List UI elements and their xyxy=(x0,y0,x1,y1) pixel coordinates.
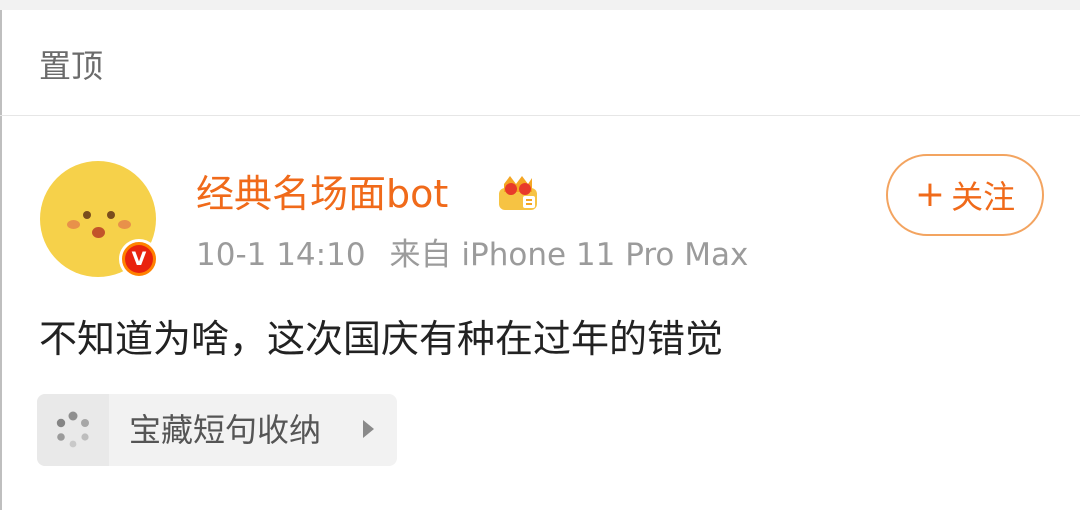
topic-chip-label: 宝藏短句收纳 xyxy=(129,411,322,449)
post-text: 不知道为啥，这次国庆有种在过年的错觉 xyxy=(39,317,724,361)
follow-button[interactable]: + 关注 xyxy=(886,154,1044,236)
crown-icon xyxy=(499,176,537,210)
follow-button-label: 关注 xyxy=(951,178,1016,216)
topic-chip-icon-box xyxy=(37,394,109,466)
topic-chip[interactable]: 宝藏短句收纳 xyxy=(37,394,397,466)
chevron-right-icon xyxy=(363,420,374,438)
username[interactable]: 经典名场面bot xyxy=(196,172,448,216)
avatar-mouth xyxy=(92,227,105,238)
post-meta: 10-1 14:10 来自 iPhone 11 Pro Max xyxy=(196,236,748,274)
verified-badge: V xyxy=(119,239,159,279)
avatar-eye-right xyxy=(107,211,115,219)
verified-badge-letter: V xyxy=(125,245,153,273)
avatar-cheek-right xyxy=(118,220,131,229)
plus-icon: + xyxy=(914,174,946,215)
pinned-section-header: 置顶 xyxy=(0,10,1080,116)
section-title: 置顶 xyxy=(39,47,104,85)
top-strip xyxy=(0,0,1080,10)
post-timestamp: 10-1 14:10 xyxy=(196,237,366,273)
avatar-eye-left xyxy=(83,211,91,219)
avatar-cheek-left xyxy=(67,220,80,229)
loading-dots-icon xyxy=(56,411,89,448)
post-source: 来自 iPhone 11 Pro Max xyxy=(389,237,749,273)
